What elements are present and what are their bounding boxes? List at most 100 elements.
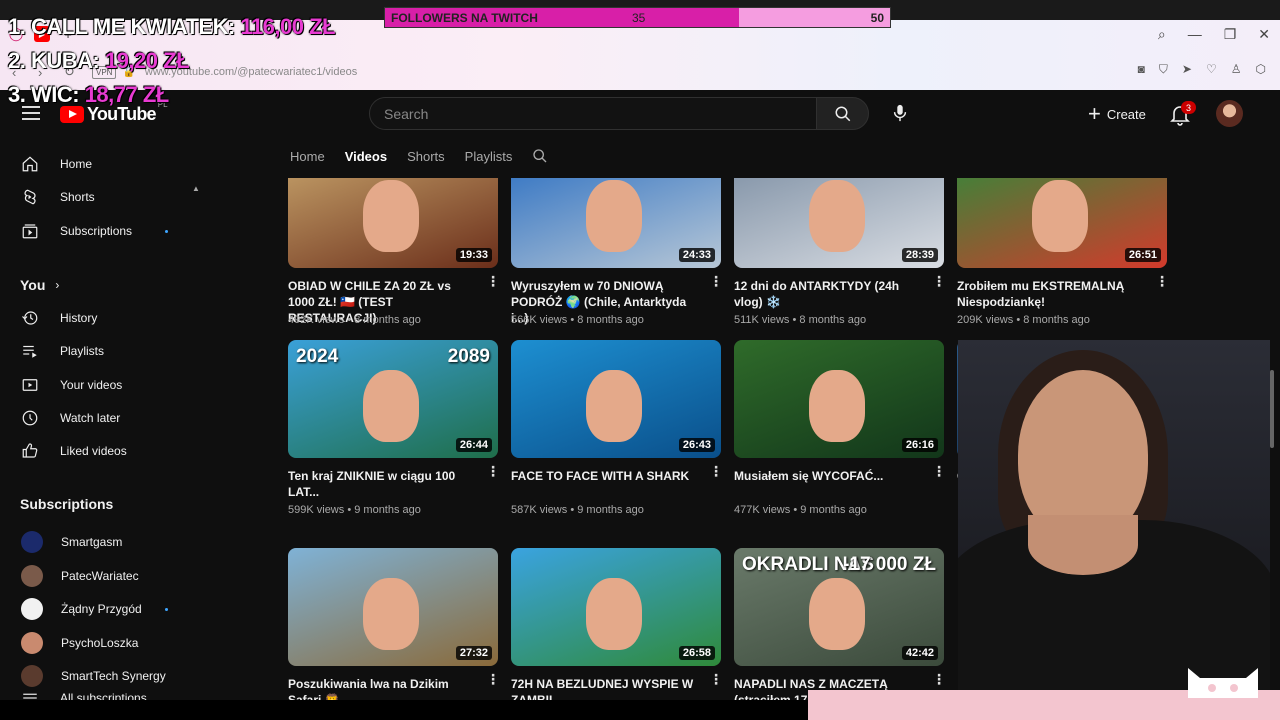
sidebar-item-all-subscriptions[interactable]: All subscriptions xyxy=(0,681,200,700)
video-title[interactable]: Musiałem się WYCOFAĆ... xyxy=(734,468,922,484)
more-actions-icon[interactable]: ⋮ xyxy=(932,274,946,292)
new-content-dot xyxy=(165,608,168,611)
extension-icons: ◙ ⛉ ➤ ♡ ♙ ⬡ xyxy=(1138,62,1266,77)
sidebar-item-watch-later[interactable]: Watch later xyxy=(0,401,200,435)
list-icon xyxy=(23,693,37,699)
send-icon[interactable]: ➤ xyxy=(1182,62,1192,77)
channel-avatar xyxy=(21,598,43,620)
more-actions-icon[interactable]: ⋮ xyxy=(486,274,500,292)
video-meta: 599K views • 9 months ago xyxy=(288,504,421,516)
tab-playlists[interactable]: Playlists xyxy=(465,149,513,164)
subscriptions-heading: Subscriptions xyxy=(20,496,114,512)
sidebar-item-liked-videos[interactable]: Liked videos xyxy=(0,434,200,468)
leader-row-1: 1. CALL ME KWIATEK: 116,00 ZŁ xyxy=(8,14,335,39)
video-meta: 209K views • 8 months ago xyxy=(957,314,1090,326)
search-icon xyxy=(835,106,850,121)
new-content-dot xyxy=(165,230,168,233)
account-icon[interactable]: ♙ xyxy=(1231,62,1242,77)
video-thumbnail[interactable]: 26:43 xyxy=(511,340,721,458)
cat-mascot-icon xyxy=(1188,668,1258,698)
video-thumbnail[interactable]: 28:39 xyxy=(734,178,944,268)
tab-home[interactable]: Home xyxy=(290,149,325,164)
sidebar-subscription[interactable]: PsychoLoszka xyxy=(0,626,200,660)
video-title[interactable]: Ten kraj ZNIKNIE w ciągu 100 LAT... xyxy=(288,468,476,500)
sidebar-item-home[interactable]: Home xyxy=(0,147,200,181)
video-duration: 26:44 xyxy=(455,438,492,452)
video-thumbnail[interactable]: 26:58 xyxy=(511,548,721,666)
page-scrollbar[interactable] xyxy=(1270,370,1274,448)
followers-label: FOLLOWERS NA TWITCH xyxy=(391,11,538,25)
thumbnail-face xyxy=(586,370,642,442)
voice-search-button[interactable] xyxy=(886,98,914,128)
more-actions-icon[interactable]: ⋮ xyxy=(486,672,500,690)
channel-avatar xyxy=(21,564,43,587)
microphone-icon xyxy=(893,104,907,122)
video-meta: 492K views • 8 months ago xyxy=(288,314,421,326)
restore-icon[interactable]: ❐ xyxy=(1224,26,1237,43)
more-actions-icon[interactable]: ⋮ xyxy=(1155,274,1168,292)
video-thumbnail[interactable]: 70 DNI24:33 xyxy=(511,178,721,268)
you-section-heading[interactable]: You › xyxy=(20,277,59,293)
channel-tabs: Home Videos Shorts Playlists xyxy=(290,148,548,164)
video-thumbnail[interactable]: 20211000zł19:33 xyxy=(288,178,498,268)
video-meta: 477K views • 9 months ago xyxy=(734,504,867,516)
chevron-right-icon: › xyxy=(55,278,60,292)
close-icon[interactable]: ✕ xyxy=(1258,26,1270,43)
video-title[interactable]: Poszukiwania lwa na Dzikim Safari 🦁 xyxy=(288,676,476,700)
video-thumbnail[interactable]: 27:32 xyxy=(288,548,498,666)
more-actions-icon[interactable]: ⋮ xyxy=(932,464,946,482)
sidebar-subscription[interactable]: Smartgasm xyxy=(0,525,200,559)
thumbnail-face xyxy=(586,180,642,252)
create-button[interactable]: + Create xyxy=(1080,98,1154,130)
thumbnail-face xyxy=(586,578,642,650)
video-duration: 26:43 xyxy=(678,438,715,452)
sidebar-item-playlists[interactable]: Playlists xyxy=(0,334,200,368)
video-duration: 24:33 xyxy=(678,248,715,262)
more-actions-icon[interactable]: ⋮ xyxy=(932,672,946,690)
window-controls: ⌕ — ❐ ✕ xyxy=(1158,26,1270,43)
search-input[interactable] xyxy=(370,98,816,129)
search-tabs-icon[interactable]: ⌕ xyxy=(1158,26,1166,43)
sidebar-item-history[interactable]: History xyxy=(0,301,200,335)
tab-videos[interactable]: Videos xyxy=(345,149,387,164)
video-title[interactable]: FACE TO FACE WITH A SHARK xyxy=(511,468,699,484)
heart-icon[interactable]: ♡ xyxy=(1206,62,1217,77)
thumbnail-face xyxy=(809,370,865,442)
video-title[interactable]: 12 dni do ANTARKTYDY (24h vlog) ❄️ xyxy=(734,278,922,310)
extensions-icon[interactable]: ⬡ xyxy=(1256,62,1266,77)
sidebar-subscription[interactable]: Żądny Przygód xyxy=(0,592,200,626)
more-actions-icon[interactable]: ⋮ xyxy=(486,464,500,482)
thumbnail-text: -17 000 ZŁ xyxy=(843,554,936,575)
sidebar: ▲ Home Shorts Subscriptions You › Histor… xyxy=(0,138,200,700)
more-actions-icon[interactable]: ⋮ xyxy=(709,464,723,482)
video-thumbnail[interactable]: OKRADLI NAS -17 000 ZŁ 42:42 xyxy=(734,548,944,666)
thumbnail-text: 2089 xyxy=(447,346,490,367)
video-duration: 26:16 xyxy=(901,438,938,452)
thumbnail-face xyxy=(1032,180,1088,252)
video-duration: 42:42 xyxy=(901,646,938,660)
search-button[interactable] xyxy=(816,97,869,130)
watch-later-icon xyxy=(22,410,38,426)
avatar[interactable] xyxy=(1216,100,1243,127)
sidebar-item-subscriptions[interactable]: Subscriptions xyxy=(0,214,200,248)
thumbnail-text: 2024 xyxy=(296,346,339,367)
video-thumbnail[interactable]: 2024 2089 26:44 xyxy=(288,340,498,458)
liked-icon xyxy=(22,443,38,458)
plus-icon: + xyxy=(1088,101,1101,126)
video-thumbnail[interactable]: 26:51 xyxy=(957,178,1167,268)
sidebar-item-your-videos[interactable]: Your videos xyxy=(0,368,200,402)
video-meta: 511K views • 8 months ago xyxy=(734,314,867,326)
camera-icon[interactable]: ◙ xyxy=(1138,62,1145,77)
sidebar-subscription[interactable]: PatecWariatec xyxy=(0,559,200,593)
tab-shorts[interactable]: Shorts xyxy=(407,149,445,164)
video-title[interactable]: 72H NA BEZLUDNEJ WYSPIE W ZAMBII xyxy=(511,676,699,700)
more-actions-icon[interactable]: ⋮ xyxy=(709,274,723,292)
channel-search-icon[interactable] xyxy=(532,148,548,164)
more-actions-icon[interactable]: ⋮ xyxy=(709,672,723,690)
video-title[interactable]: Zrobiłem mu EKSTREMALNĄ Niespodziankę! xyxy=(957,278,1145,310)
shield-icon[interactable]: ⛉ xyxy=(1159,62,1168,77)
minimize-icon[interactable]: — xyxy=(1188,26,1202,43)
subscriptions-icon xyxy=(22,224,38,239)
video-thumbnail[interactable]: 26:16 xyxy=(734,340,944,458)
sidebar-item-shorts[interactable]: Shorts xyxy=(0,180,200,214)
